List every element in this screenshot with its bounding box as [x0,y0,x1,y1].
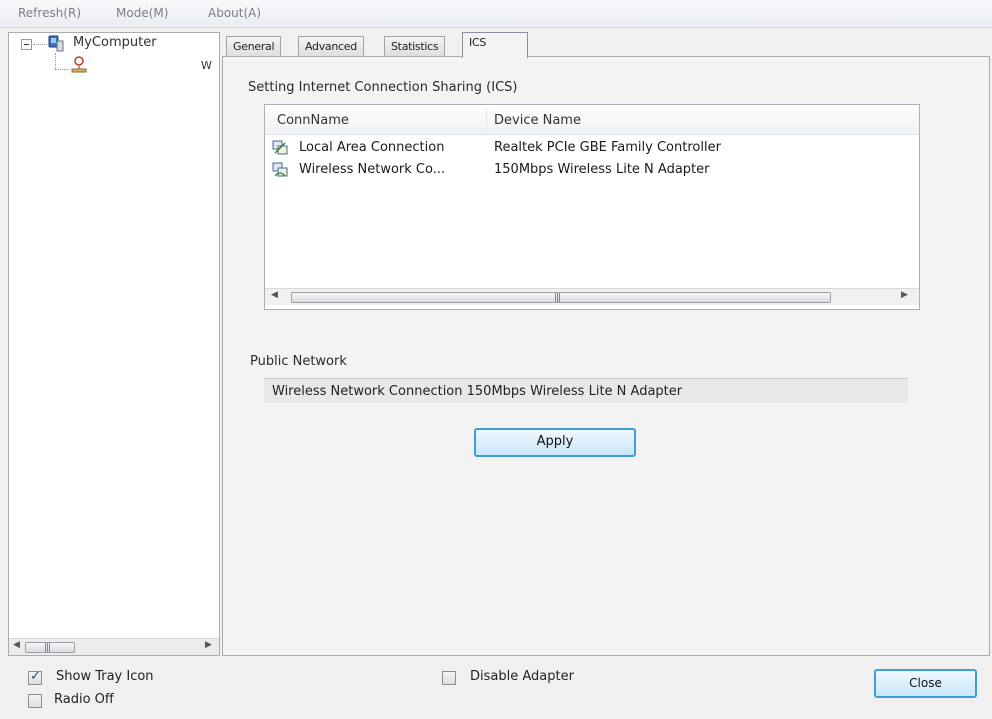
public-network-label: Public Network [250,354,347,369]
checkmark-icon: ✓ [30,669,41,684]
list-item[interactable]: Wireless Network Co... 150Mbps Wireless … [265,159,919,181]
tree-branch-line-h [55,69,69,70]
column-connname[interactable]: ConnName [277,113,349,128]
disable-adapter-checkbox[interactable] [442,671,456,685]
column-device-name[interactable]: Device Name [494,113,581,128]
scroll-right-arrow-icon[interactable]: ▶ [901,290,908,300]
close-button[interactable]: Close [874,669,977,698]
adapter-icon [69,55,89,73]
apply-button[interactable]: Apply [474,428,636,457]
network-connection-icon [271,139,289,157]
tree-item-selection[interactable] [95,59,215,75]
tab-statistics[interactable]: Statistics [384,36,446,58]
list-header: ConnName Device Name [265,105,919,135]
scroll-right-arrow-icon[interactable]: ▶ [205,640,212,650]
row-device-name: 150Mbps Wireless Lite N Adapter [494,162,710,177]
list-horizontal-scrollbar[interactable]: ◀ ||| ▶ [265,288,919,305]
scroll-left-arrow-icon[interactable]: ◀ [13,640,20,650]
tree-connector-line [33,44,47,45]
menu-mode[interactable]: Mode(M) [116,6,168,20]
tree-root-label[interactable]: MyComputer [73,35,157,50]
row-conn-name: Local Area Connection [299,140,445,155]
show-tray-icon-checkbox[interactable]: ✓ [28,669,42,685]
tree-adapter-label[interactable]: W [201,59,215,72]
row-device-name: Realtek PCIe GBE Family Controller [494,140,721,155]
connection-list[interactable]: ConnName Device Name Local Area Connecti… [264,104,920,310]
tree-scroll-thumb[interactable]: ||| [25,642,75,653]
show-tray-icon-label[interactable]: Show Tray Icon [56,669,154,684]
tab-ics[interactable]: ICS [462,32,528,58]
row-conn-name: Wireless Network Co... [299,162,446,177]
list-scroll-thumb[interactable]: ||| [291,292,831,303]
computer-icon [47,35,65,53]
column-divider[interactable] [486,109,487,131]
scroll-grip-icon: ||| [554,293,561,303]
menu-refresh[interactable]: Refresh(R) [18,6,81,20]
device-tree: MyComputer W ◀ ||| ▶ [8,32,220,656]
disable-adapter-label[interactable]: Disable Adapter [470,669,574,684]
wireless-connection-icon [271,161,289,179]
ics-heading: Setting Internet Connection Sharing (ICS… [248,80,518,95]
scroll-left-arrow-icon[interactable]: ◀ [271,290,278,300]
list-item[interactable]: Local Area Connection Realtek PCIe GBE F… [265,137,919,159]
tab-advanced[interactable]: Advanced [298,36,364,58]
tree-expander-icon[interactable] [21,39,32,50]
scroll-grip-icon: ||| [44,643,51,653]
tree-horizontal-scrollbar[interactable]: ◀ ||| ▶ [9,638,219,655]
public-network-field: Wireless Network Connection 150Mbps Wire… [264,378,908,404]
tab-general[interactable]: General [226,36,282,58]
menu-about[interactable]: About(A) [208,6,261,20]
tree-branch-line [55,53,56,69]
radio-off-label[interactable]: Radio Off [54,692,114,707]
menu-bar: Refresh(R) Mode(M) About(A) [0,0,992,28]
radio-off-checkbox[interactable] [28,694,42,708]
